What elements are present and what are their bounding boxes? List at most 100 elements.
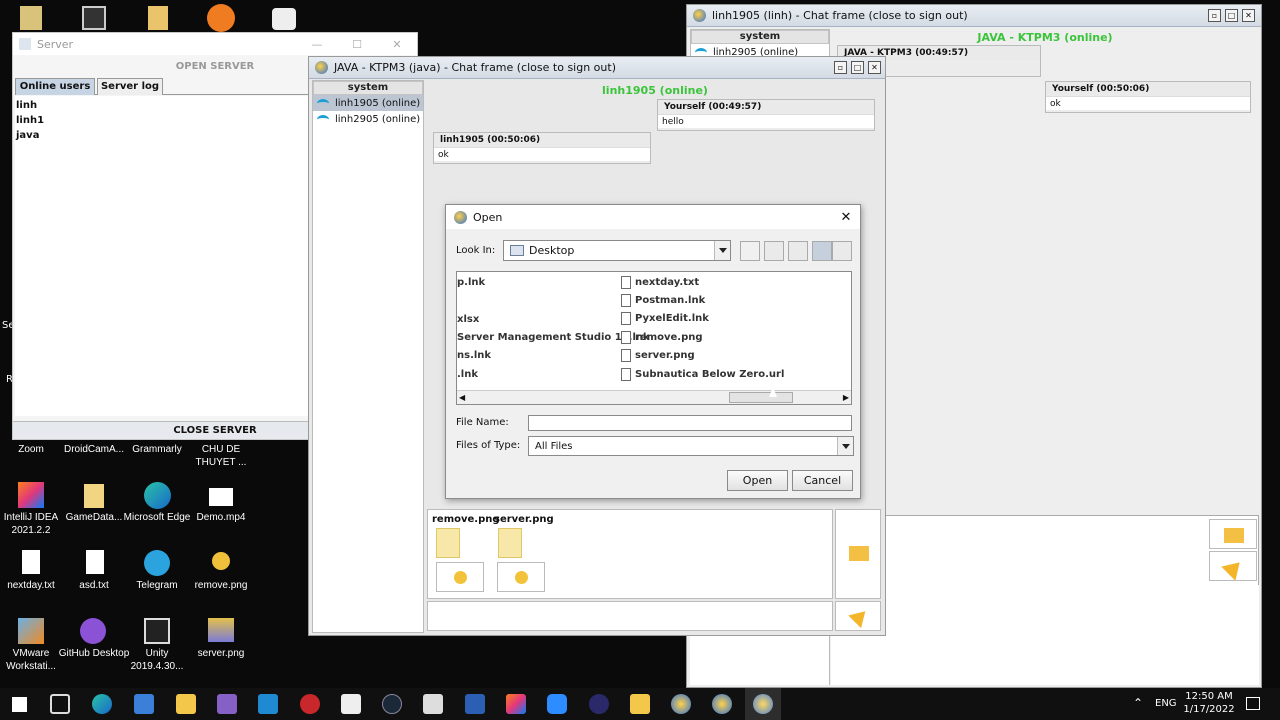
unity-icon[interactable]	[423, 694, 443, 714]
desktop-icon-top-3[interactable]	[148, 6, 168, 30]
desktop-icon-top-5[interactable]	[272, 8, 296, 30]
clock[interactable]: 12:50 AM 1/17/2022	[1180, 690, 1238, 716]
tab-online-users[interactable]: Online users	[15, 78, 95, 95]
folder-search-icon	[849, 546, 869, 561]
visual-studio-icon[interactable]	[217, 694, 237, 714]
horizontal-scrollbar[interactable]: ◀ ▶	[457, 390, 851, 404]
intellij-icon	[18, 482, 44, 508]
scroll-left-icon[interactable]: ◀	[459, 393, 465, 402]
list-view-icon[interactable]	[812, 241, 832, 261]
up-folder-icon[interactable]	[740, 241, 760, 261]
remove-attachment-button[interactable]	[497, 562, 545, 592]
desktop-icon-edge[interactable]: Microsoft Edge	[120, 511, 194, 524]
chat-java-titlebar[interactable]: JAVA - KTPM3 (java) - Chat frame (close …	[309, 57, 885, 79]
intellij-icon[interactable]	[506, 694, 526, 714]
look-in-select[interactable]: Desktop	[503, 240, 731, 261]
file-item[interactable]: p.lnk	[457, 274, 485, 290]
clock-time: 12:50 AM	[1185, 691, 1233, 702]
chevron-down-icon[interactable]	[714, 241, 730, 260]
active-app-indicator	[745, 688, 781, 720]
remove-attachment-button[interactable]	[436, 562, 484, 592]
vscode-icon[interactable]	[258, 694, 278, 714]
language-indicator[interactable]: ENG	[1155, 698, 1177, 709]
close-icon[interactable]: ✕	[832, 210, 860, 225]
desktop-icon-grammarly[interactable]: Grammarly	[120, 443, 194, 456]
zoom-icon[interactable]	[547, 694, 567, 714]
file-item[interactable]: .lnk	[457, 366, 478, 382]
files-icon[interactable]	[630, 694, 650, 714]
file-item[interactable]: xlsx	[457, 311, 479, 327]
home-icon[interactable]	[764, 241, 784, 261]
desktop-icon-chu-de[interactable]: CHU DE THUYET ...	[184, 443, 258, 469]
java-icon[interactable]	[712, 694, 732, 714]
desktop-icon-telegram[interactable]: Telegram	[120, 579, 194, 592]
desktop-icon-unity[interactable]: Unity 2019.4.30...	[120, 647, 194, 673]
chat-linh-msg-self: Yourself (00:50:06) ok	[1045, 81, 1251, 113]
close-icon[interactable]: ✕	[377, 38, 417, 51]
desktop-icon-remove[interactable]: remove.png	[184, 579, 258, 592]
close-icon[interactable]: ✕	[868, 61, 881, 74]
chat-java-send-button[interactable]	[835, 601, 881, 631]
desktop-icon-top-4[interactable]	[207, 4, 235, 32]
file-item[interactable]: nextday.txt	[621, 274, 699, 290]
file-icon	[621, 293, 631, 307]
chat-linh-send-button[interactable]	[1209, 551, 1257, 581]
details-view-icon[interactable]	[832, 241, 852, 261]
java-icon	[315, 61, 328, 74]
chevron-down-icon[interactable]	[837, 437, 853, 455]
maximize-icon[interactable]: ☐	[337, 38, 377, 51]
open-dialog-titlebar[interactable]: Open ✕	[446, 205, 860, 229]
vmware-icon	[18, 618, 44, 644]
chat-java-title: JAVA - KTPM3 (java) - Chat frame (close …	[334, 61, 616, 74]
look-in-value: Desktop	[529, 244, 575, 257]
scroll-thumb[interactable]	[729, 392, 793, 403]
file-item[interactable]: remove.png	[621, 329, 703, 345]
scroll-right-icon[interactable]: ▶	[843, 393, 849, 402]
close-icon[interactable]: ✕	[1242, 9, 1255, 22]
file-name-input[interactable]	[528, 415, 852, 431]
file-item[interactable]: ns.lnk	[457, 347, 491, 363]
task-view-icon[interactable]	[50, 694, 70, 714]
chat-java-attach-button[interactable]	[835, 509, 881, 599]
file-type-select[interactable]: All Files	[528, 436, 854, 456]
desktop-icon-demo[interactable]: Demo.mp4	[184, 511, 258, 524]
chat-linh-header: JAVA - KTPM3 (online)	[977, 31, 1113, 44]
maximize-icon[interactable]: □	[851, 61, 864, 74]
java-icon[interactable]	[671, 694, 691, 714]
mail-icon[interactable]	[134, 694, 154, 714]
notification-icon[interactable]	[1246, 697, 1260, 710]
chat-linh-attach-button[interactable]	[1209, 519, 1257, 549]
minimize-icon[interactable]: —	[297, 38, 337, 51]
tab-server-log[interactable]: Server log	[97, 78, 163, 95]
chat-java-input[interactable]	[427, 601, 833, 631]
desktop-icon-server[interactable]: server.png	[184, 647, 258, 660]
new-folder-icon[interactable]	[788, 241, 808, 261]
chevron-up-icon[interactable]: ⌃	[1133, 696, 1143, 710]
restore-icon[interactable]: ▫	[834, 61, 847, 74]
word-icon[interactable]	[465, 694, 485, 714]
game-icon[interactable]	[300, 694, 320, 714]
app-icon[interactable]	[341, 694, 361, 714]
app-icon[interactable]	[589, 694, 609, 714]
restore-icon[interactable]: ▫	[1208, 9, 1221, 22]
edge-icon[interactable]	[92, 694, 112, 714]
sidebar-user-linh2905[interactable]: linh2905 (online)	[313, 111, 423, 127]
steam-icon[interactable]	[382, 694, 402, 714]
file-explorer-icon[interactable]	[176, 694, 196, 714]
open-button[interactable]: Open	[727, 470, 788, 491]
file-item[interactable]: Postman.lnk	[621, 292, 705, 308]
chat-linh-input[interactable]	[831, 585, 1259, 685]
maximize-icon[interactable]: □	[1225, 9, 1238, 22]
desktop-icon-top-2[interactable]	[82, 6, 106, 30]
chat-linh-titlebar[interactable]: linh1905 (linh) - Chat frame (close to s…	[687, 5, 1261, 27]
file-item[interactable]: PyxelEdit.lnk	[621, 310, 709, 326]
desktop-icon-top-1[interactable]	[20, 6, 42, 30]
server-titlebar[interactable]: Server — ☐ ✕	[13, 33, 417, 55]
windows-start-icon[interactable]	[12, 697, 27, 712]
java-icon	[454, 210, 467, 224]
file-item[interactable]: Subnautica Below Zero.url	[621, 366, 784, 382]
file-item[interactable]: server.png	[621, 347, 695, 363]
cancel-button[interactable]: Cancel	[792, 470, 853, 491]
file-icon	[621, 367, 631, 381]
sidebar-user-linh1905[interactable]: linh1905 (online)	[313, 95, 423, 111]
